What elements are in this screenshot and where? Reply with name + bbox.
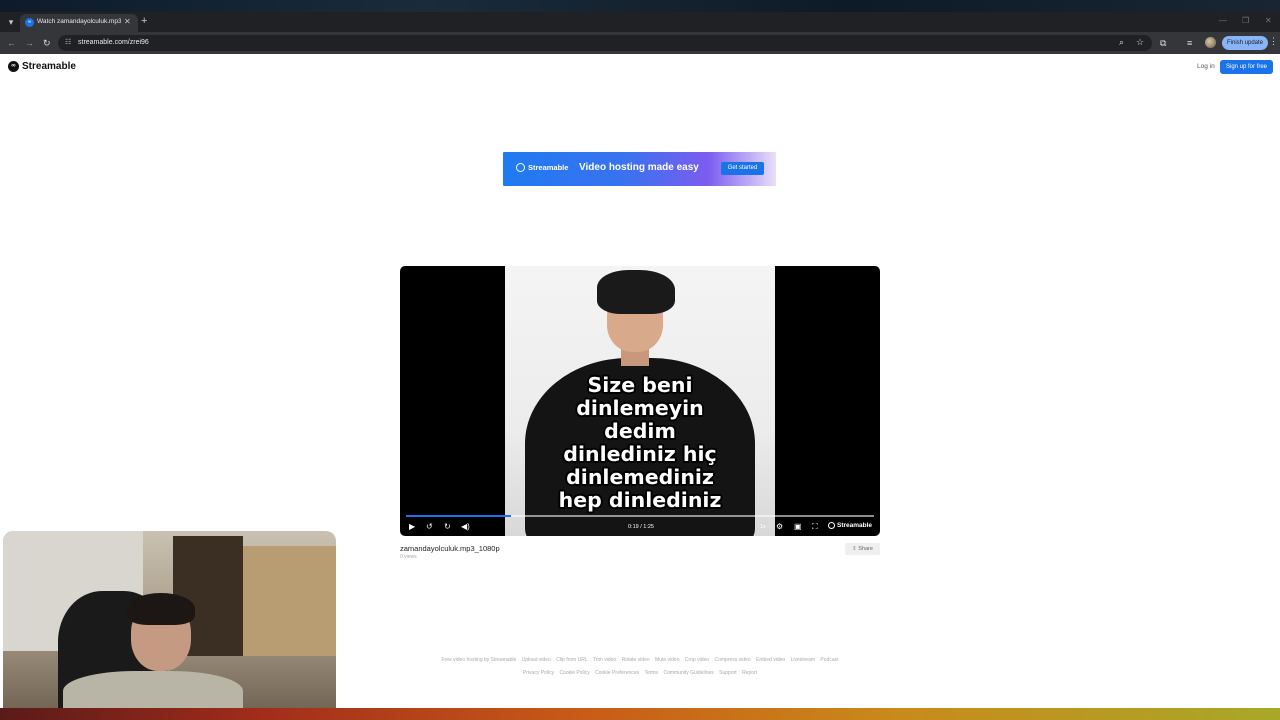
- caption-line: dinlemediniz: [566, 465, 714, 489]
- footer-link[interactable]: Report: [742, 670, 757, 676]
- caption-line: dinlemeyin: [576, 396, 704, 420]
- caption-line: dedim: [604, 419, 676, 443]
- video-person-hair: [597, 270, 675, 314]
- tab-close-icon[interactable]: ✕: [124, 17, 131, 26]
- back-arrow-icon[interactable]: ←: [7, 37, 16, 49]
- address-bar[interactable]: ☷ streamable.com/zrei96 ⌕ ☆: [58, 35, 1152, 51]
- zoom-icon[interactable]: ⌕: [1119, 37, 1124, 48]
- profile-avatar[interactable]: [1205, 37, 1216, 48]
- rewind-icon[interactable]: ↺: [426, 522, 433, 532]
- footer-link[interactable]: Embed video: [756, 657, 785, 663]
- video-views: 0 views: [400, 554, 417, 560]
- browser-toolbar: ← → ↻ ☷ streamable.com/zrei96 ⌕ ☆ ⧉ ≡ Fi…: [0, 32, 1280, 54]
- progress-bar-fill: [406, 515, 511, 517]
- streamable-logo-icon: ∞: [8, 61, 19, 72]
- footer-link[interactable]: Cookie Policy: [559, 670, 589, 676]
- window-close-icon[interactable]: ✕: [1265, 16, 1272, 25]
- player-brand-text: Streamable: [837, 522, 873, 529]
- share-button[interactable]: ⇪ Share: [845, 543, 880, 555]
- banner-brand: Streamable: [528, 163, 569, 172]
- url-text[interactable]: streamable.com/zrei96: [78, 39, 149, 46]
- desktop-top-stripe: [0, 0, 1280, 12]
- webcam-overlay: [3, 531, 336, 718]
- video-frame[interactable]: Size beni dinlemeyin dedim dinlediniz hi…: [505, 266, 775, 536]
- logo-text: Streamable: [22, 61, 76, 72]
- minimize-icon[interactable]: —: [1219, 16, 1227, 25]
- site-logo[interactable]: ∞ Streamable: [8, 61, 76, 72]
- new-tab-plus-icon[interactable]: +: [141, 15, 147, 27]
- promo-banner[interactable]: Streamable Video hosting made easy Get s…: [503, 152, 776, 186]
- login-link[interactable]: Log in: [1197, 63, 1215, 70]
- browser-tab-bar: ▾ ∞ Watch zamandayolculuk.mp3_ ✕ + — ❐ ✕: [0, 12, 1280, 32]
- footer-link[interactable]: Rotate video: [622, 657, 650, 663]
- footer-link[interactable]: Clip from URL: [556, 657, 587, 663]
- browser-menu-kebab-icon[interactable]: ⋮: [1269, 36, 1278, 47]
- settings-gear-icon[interactable]: ⚙: [776, 522, 783, 532]
- footer-link[interactable]: Support: [719, 670, 737, 676]
- volume-icon[interactable]: ◀): [461, 522, 470, 532]
- webcam-person-hair: [127, 593, 195, 625]
- picture-in-picture-icon[interactable]: ▣: [794, 522, 802, 532]
- site-header: ∞ Streamable Log in Sign up for free: [0, 58, 1280, 78]
- signup-button[interactable]: Sign up for free: [1220, 60, 1273, 74]
- footer-link[interactable]: Compress video: [714, 657, 750, 663]
- progress-bar[interactable]: [406, 515, 874, 517]
- footer-link[interactable]: Community Guidelines: [663, 670, 713, 676]
- footer-link[interactable]: Terms: [644, 670, 658, 676]
- streamable-favicon-icon: ∞: [25, 18, 34, 27]
- time-display: 0:19 / 1:25: [628, 524, 654, 530]
- footer-link[interactable]: Livestream: [791, 657, 815, 663]
- fast-forward-icon[interactable]: ↻: [444, 522, 451, 532]
- banner-headline: Video hosting made easy: [579, 162, 699, 173]
- banner-logo: Streamable: [516, 163, 568, 172]
- restore-icon[interactable]: ❐: [1242, 16, 1249, 25]
- stream-bottom-stripe: [0, 708, 1280, 720]
- webcam-shelf: [243, 546, 336, 656]
- caption-line: dinlediniz hiç: [563, 442, 717, 466]
- footer-link[interactable]: Free video hosting by Streamable: [441, 657, 516, 663]
- streamable-logo-icon: [828, 522, 835, 529]
- video-title: zamandayolculuk.mp3_1080p: [400, 544, 500, 553]
- video-player[interactable]: Size beni dinlemeyin dedim dinlediniz hi…: [400, 266, 880, 536]
- video-caption: Size beni dinlemeyin dedim dinlediniz hi…: [505, 374, 775, 512]
- share-label: Share: [858, 546, 873, 552]
- footer-link[interactable]: Crop video: [685, 657, 709, 663]
- caption-line: hep dinlediniz: [558, 488, 722, 512]
- play-icon[interactable]: ▶: [409, 522, 415, 532]
- media-controls-icon[interactable]: ≡: [1187, 37, 1192, 49]
- footer-link[interactable]: Podcast: [820, 657, 838, 663]
- caption-line: Size beni: [587, 373, 693, 397]
- playback-speed-button[interactable]: 1x: [760, 524, 766, 530]
- footer-link[interactable]: Upload video: [522, 657, 551, 663]
- forward-arrow-icon[interactable]: →: [25, 37, 34, 49]
- footer-link[interactable]: Trim video: [593, 657, 616, 663]
- tab-title: Watch zamandayolculuk.mp3_: [37, 18, 121, 25]
- extensions-puzzle-icon[interactable]: ⧉: [1160, 37, 1166, 49]
- tab-list-chevron-icon[interactable]: ▾: [4, 15, 18, 29]
- fullscreen-icon[interactable]: ⛶: [812, 522, 818, 532]
- share-icon: ⇪: [852, 546, 857, 552]
- footer-link[interactable]: Mute video: [655, 657, 679, 663]
- player-brand-link[interactable]: Streamable: [828, 522, 872, 529]
- bookmark-star-icon[interactable]: ☆: [1136, 37, 1144, 48]
- get-started-button[interactable]: Get started: [721, 162, 764, 175]
- browser-tab-active[interactable]: ∞ Watch zamandayolculuk.mp3_ ✕: [20, 14, 138, 32]
- site-info-icon[interactable]: ☷: [65, 38, 71, 46]
- streamable-logo-icon: [516, 163, 525, 172]
- reload-icon[interactable]: ↻: [43, 37, 51, 49]
- finish-update-button[interactable]: Finish update: [1222, 36, 1268, 50]
- footer-link[interactable]: Cookie Preferences: [595, 670, 639, 676]
- footer-link[interactable]: Privacy Policy: [523, 670, 554, 676]
